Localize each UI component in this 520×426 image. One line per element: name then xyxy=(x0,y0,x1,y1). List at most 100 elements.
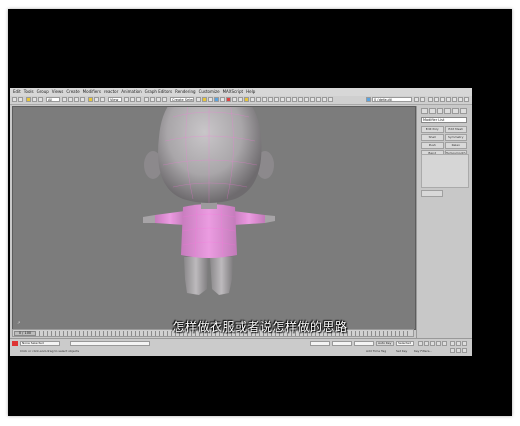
menu-edit[interactable]: Edit xyxy=(13,88,21,96)
snaps-toggle-icon[interactable] xyxy=(144,97,149,102)
zoom-icon[interactable] xyxy=(450,341,455,346)
field-of-view-icon[interactable] xyxy=(456,348,461,353)
auto-key-button[interactable]: Auto Key xyxy=(376,341,394,346)
z-coordinate-field[interactable] xyxy=(354,341,374,346)
ribbon-icon[interactable] xyxy=(316,97,321,102)
toolbar-extra-icon-5[interactable] xyxy=(452,97,457,102)
set-key-button[interactable]: Set Key xyxy=(396,349,407,353)
environment-icon[interactable] xyxy=(280,97,285,102)
select-by-name-icon[interactable] xyxy=(68,97,73,102)
x-coordinate-field[interactable] xyxy=(310,341,330,346)
pan-icon[interactable] xyxy=(456,341,461,346)
menu-maxscript[interactable]: MAXScript xyxy=(223,88,244,96)
modifier-button[interactable]: Shell xyxy=(421,134,444,141)
hierarchy-icon[interactable] xyxy=(262,97,267,102)
motion-tab-icon[interactable] xyxy=(444,108,452,114)
y-coordinate-field[interactable] xyxy=(332,341,352,346)
selection-filter-dropdown[interactable]: All xyxy=(46,97,60,102)
mirror-icon[interactable] xyxy=(196,97,201,102)
select-move-icon[interactable] xyxy=(88,97,93,102)
display-tab-icon[interactable] xyxy=(452,108,460,114)
menu-views[interactable]: Views xyxy=(52,88,64,96)
manipulate-icon[interactable] xyxy=(130,97,135,102)
material-editor-icon[interactable] xyxy=(226,97,231,102)
teapot-icon[interactable] xyxy=(250,97,255,102)
batch-render-icon[interactable] xyxy=(298,97,303,102)
keyboard-shortcut-icon[interactable] xyxy=(136,97,141,102)
menu-tools[interactable]: Tools xyxy=(24,88,34,96)
video-post-icon[interactable] xyxy=(292,97,297,102)
toolbar-extra-icon-2[interactable] xyxy=(434,97,439,102)
layer-manager-icon[interactable] xyxy=(208,97,213,102)
asset-icon[interactable] xyxy=(322,97,327,102)
layer-select-icon[interactable] xyxy=(420,97,425,102)
redo-icon[interactable] xyxy=(18,97,23,102)
modifier-list-dropdown[interactable]: Modifier List xyxy=(421,117,467,123)
perspective-viewport[interactable]: ↗ xyxy=(12,106,416,330)
select-scale-icon[interactable] xyxy=(100,97,105,102)
toolbar-extra-icon-7[interactable] xyxy=(464,97,469,102)
key-filters-button[interactable]: Key Filters... xyxy=(414,349,432,353)
effects-icon[interactable] xyxy=(286,97,291,102)
add-time-tag[interactable]: Add Time Tag xyxy=(366,349,386,353)
key-mode-dropdown[interactable]: Selected xyxy=(396,341,414,346)
toolbar-extra-icon-3[interactable] xyxy=(440,97,445,102)
motion-icon[interactable] xyxy=(268,97,273,102)
maximize-viewport-icon[interactable] xyxy=(462,348,467,353)
modifier-button[interactable]: Push xyxy=(421,142,444,149)
unlink-icon[interactable] xyxy=(32,97,37,102)
toolbar-extra-icon-4[interactable] xyxy=(446,97,451,102)
menu-help[interactable]: Help xyxy=(246,88,255,96)
select-object-icon[interactable] xyxy=(62,97,67,102)
quick-render-icon[interactable] xyxy=(244,97,249,102)
render-frame-icon[interactable] xyxy=(238,97,243,102)
render-setup-icon[interactable] xyxy=(232,97,237,102)
menu-customize[interactable]: Customize xyxy=(199,88,220,96)
reference-coordinate-dropdown[interactable]: View xyxy=(108,97,122,102)
modifier-button[interactable]: Edit Poly xyxy=(421,126,444,133)
toolbar-extra-icon-6[interactable] xyxy=(458,97,463,102)
menu-graph-editors[interactable]: Graph Editors xyxy=(145,88,172,96)
menu-modifiers[interactable]: Modifiers xyxy=(83,88,101,96)
layer-dropdown[interactable]: 0 (default) xyxy=(372,97,412,102)
layer-icon[interactable] xyxy=(366,97,371,102)
menu-create[interactable]: Create xyxy=(66,88,79,96)
menu-animation[interactable]: Animation xyxy=(121,88,141,96)
utilities-icon[interactable] xyxy=(274,97,279,102)
extra-icon[interactable] xyxy=(328,97,333,102)
play-icon[interactable] xyxy=(430,341,435,346)
percent-snap-icon[interactable] xyxy=(156,97,161,102)
rectangle-selection-icon[interactable] xyxy=(74,97,79,102)
modifier-button[interactable]: Relax xyxy=(444,142,467,149)
layer-add-icon[interactable] xyxy=(414,97,419,102)
next-frame-icon[interactable] xyxy=(436,341,441,346)
curve-editor-icon[interactable] xyxy=(214,97,219,102)
schematic-view-icon[interactable] xyxy=(220,97,225,102)
pin-stack-button[interactable] xyxy=(421,190,443,197)
reactor-icon[interactable] xyxy=(310,97,315,102)
named-selection-sets-dropdown[interactable]: Create Selection Set xyxy=(170,97,194,102)
maxscript-listener-icon[interactable] xyxy=(12,341,18,346)
panorama-icon[interactable] xyxy=(304,97,309,102)
hierarchy-tab-icon[interactable] xyxy=(436,108,444,114)
orbit-icon[interactable] xyxy=(462,341,467,346)
zoom-all-icon[interactable] xyxy=(450,348,455,353)
previous-frame-icon[interactable] xyxy=(424,341,429,346)
display-icon[interactable] xyxy=(256,97,261,102)
create-tab-icon[interactable] xyxy=(421,108,428,114)
menu-reactor[interactable]: reactor xyxy=(104,88,118,96)
modifier-button[interactable]: Edit Mesh xyxy=(444,126,467,133)
link-icon[interactable] xyxy=(26,97,31,102)
maxscript-input[interactable] xyxy=(70,341,150,346)
toolbar-extra-icon-1[interactable] xyxy=(428,97,433,102)
spinner-snap-icon[interactable] xyxy=(162,97,167,102)
utilities-tab-icon[interactable] xyxy=(460,108,467,114)
undo-icon[interactable] xyxy=(12,97,17,102)
modifier-stack[interactable] xyxy=(421,154,469,188)
go-to-start-icon[interactable] xyxy=(418,341,423,346)
pivot-center-icon[interactable] xyxy=(124,97,129,102)
modifier-button[interactable]: Symmetry xyxy=(444,134,467,141)
bind-spacewarp-icon[interactable] xyxy=(38,97,43,102)
angle-snap-icon[interactable] xyxy=(150,97,155,102)
align-icon[interactable] xyxy=(202,97,207,102)
